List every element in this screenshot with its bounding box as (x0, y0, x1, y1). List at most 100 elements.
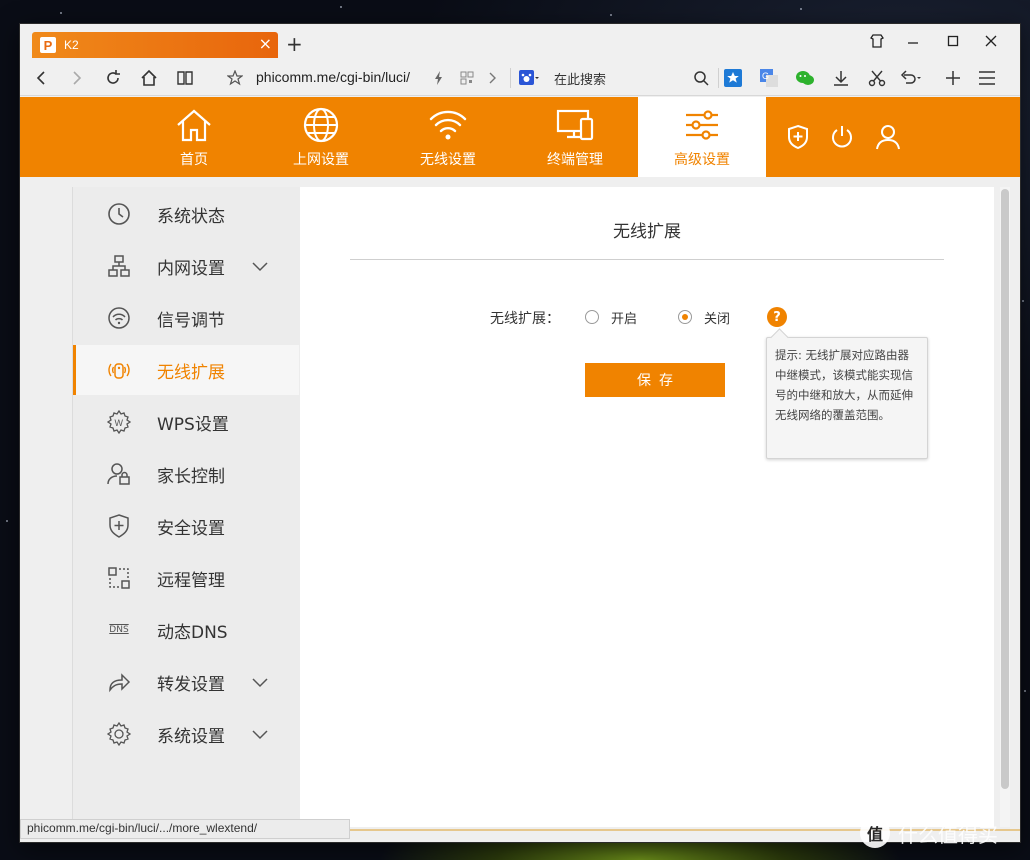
sidebar-item-signal-adjust[interactable]: 信号调节 (73, 293, 299, 343)
chevron-down-icon[interactable] (251, 258, 269, 277)
sidebar-item-system-status[interactable]: 系统状态 (73, 189, 299, 239)
sidebar-item-security-settings[interactable]: 安全设置 (73, 501, 299, 551)
user-icon[interactable] (876, 97, 900, 177)
refresh-icon[interactable] (102, 67, 124, 89)
router-top-nav: 首页 上网设置 无线设置 终端管理 高级设置 (20, 97, 1020, 177)
clock-icon (107, 202, 131, 226)
browser-tab[interactable]: P K2 × (32, 32, 278, 58)
wps-badge-text: W (115, 418, 124, 428)
sidebar-item-label: 系统状态 (157, 206, 225, 227)
phicomm-logo-icon: P (40, 37, 56, 53)
sidebar-item-label: 内网设置 (157, 258, 225, 279)
maximize-icon[interactable] (938, 30, 968, 52)
page-title: 无线扩展 (613, 222, 681, 242)
wps-gear-icon: W (107, 410, 131, 434)
nav-label: 上网设置 (293, 152, 349, 168)
watermark-text: 什么值得买 (898, 822, 998, 847)
sidebar-item-forward-settings[interactable]: 转发设置 (73, 657, 299, 707)
dns-icon: DNS (109, 625, 129, 635)
home-icon (177, 109, 211, 142)
translate-icon[interactable]: G (758, 67, 780, 89)
search-icon[interactable] (690, 67, 712, 89)
title-divider (350, 259, 944, 260)
scrollbar[interactable] (1000, 187, 1010, 827)
baidu-paw-icon[interactable] (518, 67, 540, 89)
help-question-icon[interactable]: ? (767, 307, 787, 327)
forward-icon (107, 670, 131, 694)
sidebar-item-lan-settings[interactable]: 内网设置 (73, 241, 299, 291)
nav-internet-settings[interactable]: 上网设置 (257, 97, 385, 177)
address-bar-url[interactable]: phicomm.me/cgi-bin/luci/ (256, 69, 410, 85)
sidebar-item-system-settings[interactable]: 系统设置 (73, 709, 299, 759)
nav-label: 终端管理 (547, 152, 603, 168)
radio-enable-label[interactable]: 开启 (611, 308, 637, 327)
chevron-down-icon[interactable] (251, 726, 269, 745)
wireless-extend-icon (107, 358, 131, 382)
radio-disable-label[interactable]: 关闭 (704, 308, 730, 327)
bookmark-star-icon[interactable] (224, 67, 246, 89)
new-tab-button[interactable]: + (286, 32, 303, 56)
shield-plus-icon[interactable] (786, 97, 810, 177)
lightning-icon[interactable] (428, 67, 450, 89)
chevron-down-icon[interactable] (251, 674, 269, 693)
favorites-star-icon[interactable] (722, 67, 744, 89)
parent-lock-icon (107, 462, 131, 486)
save-button[interactable]: 保存 (585, 363, 725, 397)
sidebar-item-dynamic-dns[interactable]: DNS 动态DNS (73, 605, 299, 655)
sidebar-item-label: 家长控制 (157, 466, 225, 487)
qrcode-icon[interactable] (456, 67, 478, 89)
nav-device-management[interactable]: 终端管理 (511, 97, 639, 177)
undo-close-tab-icon[interactable] (900, 67, 922, 89)
close-window-icon[interactable] (976, 30, 1006, 52)
svg-text:G: G (762, 71, 769, 81)
reader-book-icon[interactable] (174, 67, 196, 89)
forward-icon[interactable] (66, 67, 88, 89)
power-icon[interactable] (830, 97, 854, 177)
scrollbar-thumb[interactable] (1001, 189, 1009, 789)
shield-icon (107, 514, 131, 538)
nav-label: 高级设置 (674, 152, 730, 168)
search-input[interactable]: 在此搜索 (554, 69, 606, 88)
sidebar-item-label: 远程管理 (157, 570, 225, 591)
sidebar-item-wireless-extend[interactable]: 无线扩展 (73, 345, 299, 395)
add-icon[interactable] (942, 67, 964, 89)
remote-icon (107, 566, 131, 590)
sliders-icon (686, 110, 718, 140)
help-tooltip: 提示: 无线扩展对应路由器中继模式，该模式能实现信号的中继和放大，从而延伸无线网… (766, 337, 928, 459)
wireless-extend-label: 无线扩展： (490, 311, 560, 327)
sidebar-item-label: WPS设置 (157, 414, 229, 435)
sidebar-item-label: 系统设置 (157, 726, 225, 747)
sidebar-item-parental-control[interactable]: 家长控制 (73, 449, 299, 499)
menu-icon[interactable] (976, 67, 998, 89)
sidebar-item-label: 转发设置 (157, 674, 225, 695)
home-browser-icon[interactable] (138, 67, 160, 89)
network-icon (107, 254, 131, 278)
globe-icon (303, 107, 339, 143)
devices-icon (556, 109, 594, 141)
tab-title: K2 (64, 38, 79, 52)
sidebar-item-label: 安全设置 (157, 518, 225, 539)
watermark: 值 什么值得买 (860, 815, 998, 851)
toolbar-separator (718, 68, 719, 88)
status-bar-url: phicomm.me/cgi-bin/luci/.../more_wlexten… (20, 819, 350, 839)
wechat-icon[interactable] (794, 67, 816, 89)
shirt-skin-icon[interactable] (862, 30, 892, 52)
radio-enable[interactable] (585, 310, 599, 324)
minimize-icon[interactable] (898, 30, 928, 52)
back-icon[interactable] (30, 67, 52, 89)
sidebar-item-wps[interactable]: W WPS设置 (73, 397, 299, 447)
nav-label: 无线设置 (420, 152, 476, 168)
nav-home[interactable]: 首页 (130, 97, 258, 177)
chevron-right-icon[interactable] (482, 67, 504, 89)
nav-wireless-settings[interactable]: 无线设置 (384, 97, 512, 177)
radio-disable[interactable] (678, 310, 692, 324)
tab-close-icon[interactable]: × (259, 35, 272, 53)
nav-advanced-settings[interactable]: 高级设置 (638, 97, 766, 177)
browser-toolbar: phicomm.me/cgi-bin/luci/ 在此搜索 G (20, 60, 1020, 96)
signal-icon (107, 306, 131, 330)
wifi-icon (429, 110, 467, 140)
nav-label: 首页 (180, 152, 208, 168)
download-icon[interactable] (830, 67, 852, 89)
scissors-icon[interactable] (866, 67, 888, 89)
sidebar-item-remote-management[interactable]: 远程管理 (73, 553, 299, 603)
